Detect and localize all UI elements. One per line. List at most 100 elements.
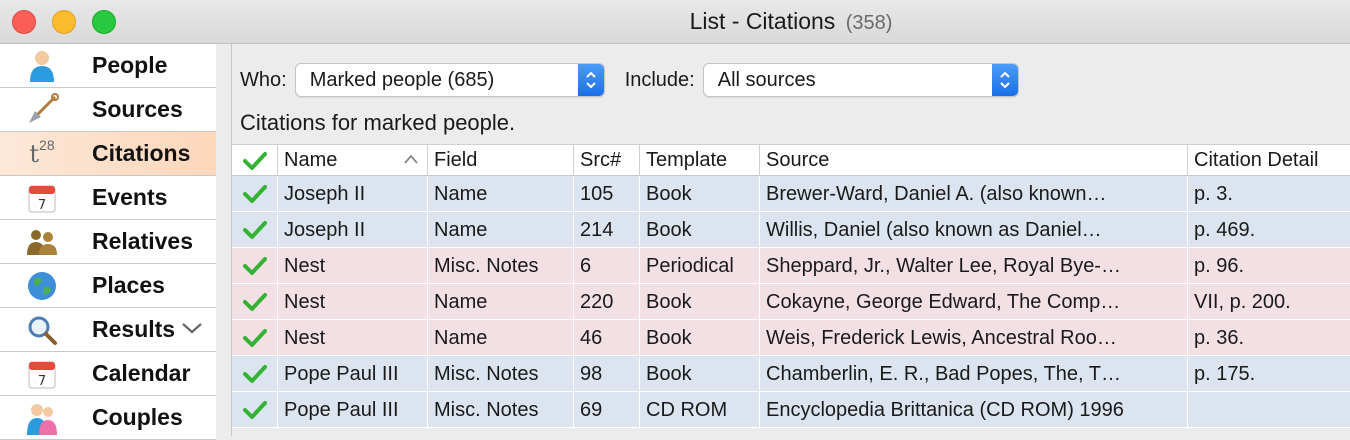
table-row[interactable]: Nest Name 46 Book Weis, Frederick Lewis, Anc… — [232, 320, 1350, 356]
window-title-text: List - Citations — [689, 8, 836, 34]
cell-src-number: 69 — [574, 392, 640, 428]
sidebar-item-events[interactable]: 7 Events — [0, 176, 216, 220]
sidebar-item-label: Citations — [92, 140, 191, 166]
sidebar-item-label: Relatives — [92, 228, 194, 254]
header-template[interactable]: Template — [640, 145, 760, 176]
sort-ascending-icon — [404, 154, 418, 164]
checkmark-icon[interactable] — [232, 176, 278, 212]
checkmark-icon[interactable] — [232, 356, 278, 392]
cell-citation-detail: p. 96. — [1194, 254, 1245, 277]
table-row[interactable]: Pope Paul III Misc. Notes 98 Book Chamberlin… — [232, 356, 1350, 392]
sidebar-item-label: Places — [92, 272, 165, 298]
include-label: Include: — [624, 68, 695, 91]
table-row[interactable]: Nest Name 220 Book Cokayne, George Edward, T… — [232, 284, 1350, 320]
cell-name: Joseph II — [278, 212, 428, 248]
cell-template: Periodical — [640, 248, 760, 284]
sidebar-item-label: Couples — [92, 404, 183, 430]
chevron-down-icon[interactable] — [181, 319, 203, 340]
cell-template: Book — [640, 176, 760, 212]
cell-src-number: 214 — [574, 212, 640, 248]
cell-source: Cokayne, George Edward, The Comp… — [760, 284, 1188, 320]
table-row[interactable]: Nest Misc. Notes 6 Periodical Sheppard, Jr.,… — [232, 248, 1350, 284]
sidebar-item-results[interactable]: Results — [0, 308, 216, 352]
checkmark-icon[interactable] — [232, 248, 278, 284]
cell-name: Pope Paul III — [278, 356, 428, 392]
minimize-window-button[interactable] — [52, 10, 76, 34]
relatives-icon — [0, 220, 84, 264]
sidebar-item-couples[interactable]: Couples — [0, 396, 216, 440]
window-title: List - Citations (358) — [232, 8, 1350, 35]
header-field[interactable]: Field — [428, 145, 574, 176]
window-title-count: (358) — [845, 12, 893, 34]
cell-template: Book — [640, 284, 760, 320]
cell-name: Pope Paul III — [278, 392, 428, 428]
cell-template: Book — [640, 320, 760, 356]
checkmark-icon[interactable] — [232, 392, 278, 428]
sidebar-item-places[interactable]: Places — [0, 264, 216, 308]
sidebar-item-people[interactable]: People — [0, 44, 216, 88]
calendar-icon: 7 — [0, 352, 84, 396]
filter-row: Who: Marked people (685) Include: All so… — [240, 63, 1019, 97]
cell-src-number: 220 — [574, 284, 640, 320]
cell-citation-detail: p. 3. — [1194, 182, 1233, 205]
cell-citation-detail: p. 175. — [1194, 362, 1256, 385]
who-popup-value: Marked people (685) — [309, 68, 495, 91]
header-citation-detail[interactable]: Citation Detail — [1188, 145, 1350, 176]
cell-source: Chamberlin, E. R., Bad Popes, The, T… — [760, 356, 1188, 392]
table-row[interactable]: Pope Paul III Misc. Notes 69 CD ROM Encyclop… — [232, 392, 1350, 428]
sidebar-item-sources[interactable]: Sources — [0, 88, 216, 132]
cell-name: Joseph II — [278, 176, 428, 212]
person-icon — [0, 44, 84, 88]
sidebar-item-label: Sources — [92, 96, 183, 122]
zoom-window-button[interactable] — [92, 10, 116, 34]
cell-template: CD ROM — [640, 392, 760, 428]
checkmark-icon[interactable] — [232, 284, 278, 320]
cell-citation-detail — [1188, 392, 1350, 428]
who-label: Who: — [240, 68, 287, 91]
sidebar-item-label: Events — [92, 184, 168, 210]
cell-source: Sheppard, Jr., Walter Lee, Royal Bye-… — [760, 248, 1188, 284]
citations-table: Name Field Src# Template Source Citation… — [232, 144, 1350, 428]
cell-field: Name — [428, 212, 574, 248]
header-source[interactable]: Source — [760, 145, 1188, 176]
popup-stepper-icon — [577, 64, 604, 96]
cell-citation-detail: p. 36. — [1194, 326, 1245, 349]
cell-field: Name — [428, 176, 574, 212]
cell-field: Name — [428, 320, 574, 356]
table-row[interactable]: Joseph II Name 214 Book Willis, Daniel (also… — [232, 212, 1350, 248]
cell-src-number: 105 — [574, 176, 640, 212]
shovel-icon — [0, 88, 84, 132]
app-window: People Sources t 28 Citations 7 Events Re… — [0, 0, 1350, 440]
svg-text:7: 7 — [38, 374, 46, 389]
cell-name: Nest — [278, 320, 428, 356]
checkmark-icon[interactable] — [232, 212, 278, 248]
couple-icon — [0, 396, 84, 440]
include-popup-value: All sources — [717, 68, 816, 91]
cell-field: Misc. Notes — [428, 248, 574, 284]
cell-source: Brewer-Ward, Daniel A. (also known… — [760, 176, 1188, 212]
sidebar-item-citations[interactable]: t 28 Citations — [0, 132, 216, 176]
sidebar-item-label: Results — [92, 316, 176, 342]
sidebar-item-calendar[interactable]: 7 Calendar — [0, 352, 216, 396]
header-marked-column[interactable] — [232, 145, 278, 176]
checkmark-icon[interactable] — [232, 320, 278, 356]
cell-field: Misc. Notes — [428, 356, 574, 392]
header-name[interactable]: Name — [278, 145, 428, 176]
close-window-button[interactable] — [12, 10, 36, 34]
popup-stepper-icon — [991, 64, 1018, 96]
table-header: Name Field Src# Template Source Citation… — [232, 144, 1350, 176]
sidebar-item-relatives[interactable]: Relatives — [0, 220, 216, 264]
svg-text:7: 7 — [38, 198, 46, 213]
table-row[interactable]: Joseph II Name 105 Book Brewer-Ward, Daniel … — [232, 176, 1350, 212]
who-popup[interactable]: Marked people (685) — [294, 63, 605, 97]
sidebar: People Sources t 28 Citations 7 Events Re… — [0, 0, 232, 440]
calendar-icon: 7 — [0, 176, 84, 220]
cell-citation-detail: p. 469. — [1194, 218, 1256, 241]
globe-icon — [0, 264, 84, 308]
cell-name: Nest — [278, 284, 428, 320]
cell-name: Nest — [278, 248, 428, 284]
cell-field: Name — [428, 284, 574, 320]
header-src-number[interactable]: Src# — [574, 145, 640, 176]
include-popup[interactable]: All sources — [702, 63, 1019, 97]
cell-template: Book — [640, 212, 760, 248]
